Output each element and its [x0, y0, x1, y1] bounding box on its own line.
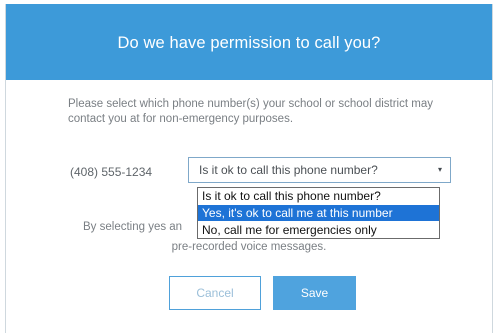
- consent-text-line-1: By selecting yes an: [83, 221, 183, 233]
- phone-number-label: (408) 555-1234: [70, 165, 153, 179]
- select-option-highlighted[interactable]: Yes, it's ok to call me at this number: [198, 205, 439, 221]
- save-button[interactable]: Save: [273, 276, 356, 310]
- select-dropdown-list: Is it ok to call this phone number? Yes,…: [197, 187, 440, 239]
- dialog-header: Do we have permission to call you?: [6, 4, 492, 80]
- dialog-description: Please select which phone number(s) your…: [68, 98, 433, 125]
- dialog-title: Do we have permission to call you?: [117, 34, 381, 52]
- select-option[interactable]: Is it ok to call this phone number?: [198, 188, 439, 204]
- call-permission-select[interactable]: Is it ok to call this phone number? ▾: [188, 157, 451, 183]
- select-current-value: Is it ok to call this phone number?: [199, 163, 378, 177]
- select-option[interactable]: No, call me for emergencies only: [198, 222, 439, 238]
- consent-text-line-2: pre-recorded voice messages.: [171, 241, 327, 253]
- cancel-button[interactable]: Cancel: [169, 276, 261, 310]
- permission-dialog: Do we have permission to call you? Pleas…: [5, 4, 493, 333]
- chevron-down-icon: ▾: [437, 165, 442, 174]
